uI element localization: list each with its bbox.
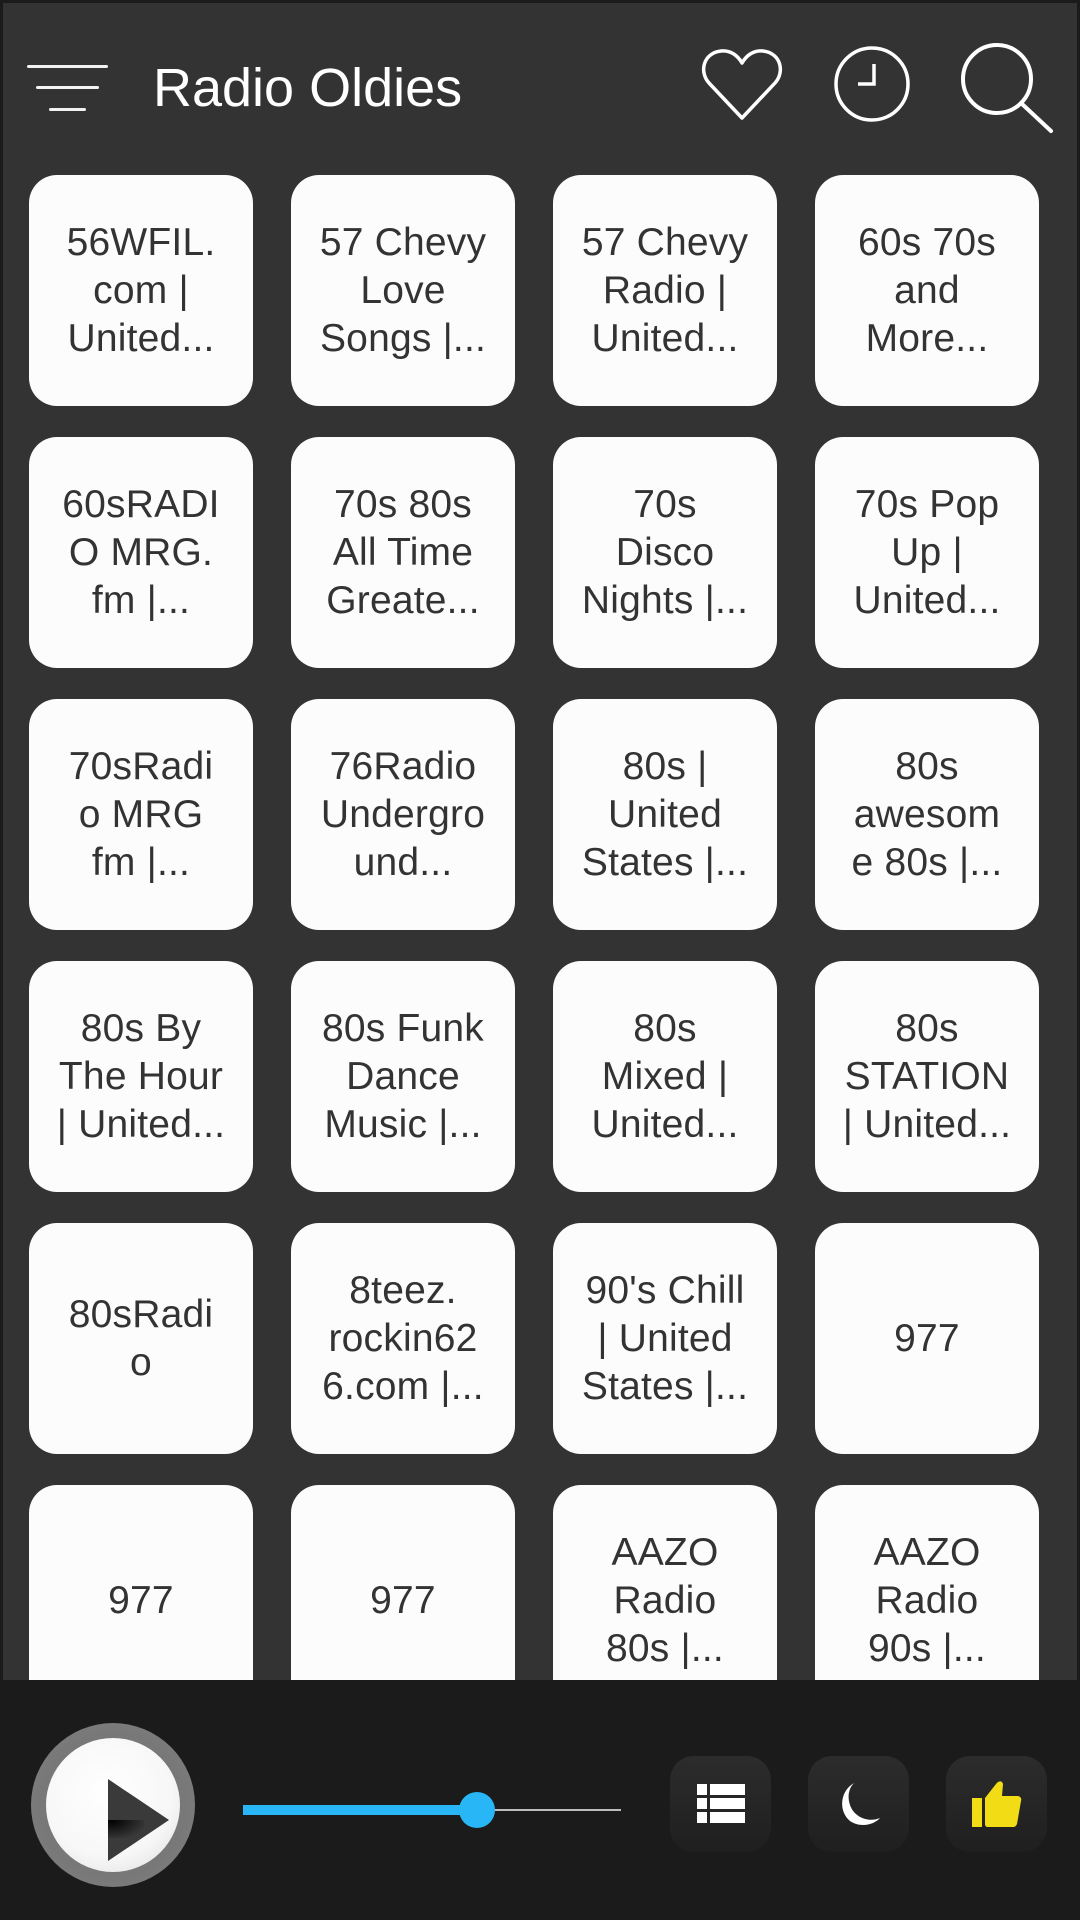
player-bar (3, 1680, 1077, 1920)
station-label: 70sRadi o MRG fm |... (68, 744, 214, 884)
play-button-face (46, 1738, 180, 1872)
list-icon (696, 1784, 745, 1823)
app-header: Radio Oldies (3, 3, 1077, 175)
station-grid-container: 56WFIL. com | United... 57 Chevy Love Son… (3, 175, 1077, 1680)
station-label: 90's Chill | United States |... (581, 1268, 749, 1408)
history-button[interactable] (827, 39, 917, 129)
station-tile[interactable]: 8teez. rockin62 6.com |... (291, 1223, 515, 1454)
station-label: 977 (894, 1316, 960, 1360)
search-button[interactable] (955, 37, 1059, 137)
station-tile[interactable]: 80s awesom e 80s |... (815, 699, 1039, 930)
menu-button[interactable] (23, 53, 123, 123)
station-label: 80s Funk Dance Music |... (321, 1006, 485, 1146)
rate-app-button[interactable] (946, 1756, 1047, 1852)
station-label: 60sRADI O MRG. fm |... (62, 482, 220, 622)
station-label: 977 (108, 1578, 174, 1622)
station-tile[interactable]: 60sRADI O MRG. fm |... (29, 437, 253, 668)
station-tile[interactable]: 80s Mixed | United... (553, 961, 777, 1192)
station-tile[interactable]: 977 (815, 1223, 1039, 1454)
page-title: Radio Oldies (153, 58, 463, 118)
station-label: 57 Chevy Love Songs |... (319, 220, 487, 360)
station-tile[interactable]: 977 (291, 1485, 515, 1680)
station-label: 76Radio Undergro und... (320, 744, 486, 884)
list-view-button[interactable] (670, 1756, 771, 1852)
sleep-timer-button[interactable] (808, 1756, 909, 1852)
station-label: 80s | United States |... (581, 744, 749, 884)
station-label: 80sRadi o (68, 1292, 214, 1384)
station-tile[interactable]: 56WFIL. com | United... (29, 175, 253, 406)
play-button[interactable] (31, 1723, 195, 1887)
volume-slider-fill (243, 1805, 478, 1815)
station-label: 80s By The Hour | United... (56, 1006, 226, 1146)
station-grid: 56WFIL. com | United... 57 Chevy Love Son… (29, 175, 1039, 1680)
volume-slider-thumb[interactable] (459, 1792, 496, 1828)
station-tile[interactable]: 76Radio Undergro und... (291, 699, 515, 930)
clock-icon (834, 46, 910, 122)
station-tile[interactable]: 80s | United States |... (553, 699, 777, 930)
station-label: 977 (370, 1578, 436, 1622)
station-tile[interactable]: 80s STATION | United... (815, 961, 1039, 1192)
station-label: 56WFIL. com | United... (66, 220, 216, 360)
station-label: 70s Pop Up | United... (853, 482, 1001, 622)
station-tile[interactable]: AAZO Radio 90s |... (815, 1485, 1039, 1680)
station-tile[interactable]: 57 Chevy Radio | United... (553, 175, 777, 406)
search-icon (961, 43, 1053, 133)
favorites-button[interactable] (697, 41, 787, 127)
station-label: AAZO Radio 80s |... (606, 1530, 724, 1670)
station-tile[interactable]: 977 (29, 1485, 253, 1680)
station-label: 57 Chevy Radio | United... (581, 220, 749, 360)
station-tile[interactable]: 80sRadi o (29, 1223, 253, 1454)
station-label: 80s awesom e 80s |... (851, 744, 1003, 884)
station-tile[interactable]: 70s 80s All Time Greate... (291, 437, 515, 668)
station-label: 80s Mixed | United... (591, 1006, 739, 1146)
station-tile[interactable]: 70s Pop Up | United... (815, 437, 1039, 668)
station-tile[interactable]: 60s 70s and More... (815, 175, 1039, 406)
station-tile[interactable]: AAZO Radio 80s |... (553, 1485, 777, 1680)
heart-icon (701, 49, 783, 120)
station-tile[interactable]: 57 Chevy Love Songs |... (291, 175, 515, 406)
station-tile[interactable]: 80s Funk Dance Music |... (291, 961, 515, 1192)
station-label: 60s 70s and More... (858, 220, 996, 360)
station-label: 8teez. rockin62 6.com |... (322, 1268, 484, 1408)
thumbs-up-icon (971, 1781, 1021, 1827)
station-label: AAZO Radio 90s |... (868, 1530, 986, 1670)
station-tile[interactable]: 70s Disco Nights |... (553, 437, 777, 668)
station-label: 70s 80s All Time Greate... (326, 482, 480, 622)
moon-icon (841, 1783, 880, 1825)
station-label: 80s STATION | United... (842, 1006, 1012, 1146)
station-tile[interactable]: 90's Chill | United States |... (553, 1223, 777, 1454)
play-icon (108, 1779, 169, 1861)
station-tile[interactable]: 70sRadi o MRG fm |... (29, 699, 253, 930)
station-tile[interactable]: 80s By The Hour | United... (29, 961, 253, 1192)
station-label: 70s Disco Nights |... (581, 482, 749, 622)
volume-slider[interactable] (243, 1790, 621, 1830)
